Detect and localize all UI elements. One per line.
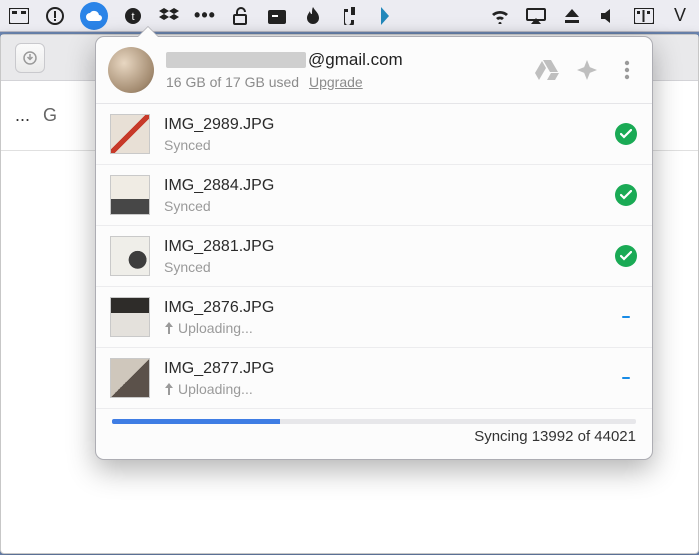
storage-text: 16 GB of 17 GB used	[166, 74, 299, 90]
menubar-icon-2[interactable]	[44, 5, 66, 27]
file-name: IMG_2884.JPG	[164, 177, 614, 195]
file-name: IMG_2876.JPG	[164, 299, 614, 317]
file-row[interactable]: IMG_2989.JPG Synced	[96, 104, 652, 165]
upload-arrow-icon	[164, 322, 174, 334]
menubar: t ••• V	[0, 0, 699, 32]
file-row[interactable]: IMG_2876.JPG Uploading...	[96, 287, 652, 348]
file-row[interactable]: IMG_2884.JPG Synced	[96, 165, 652, 226]
menubar-icon-8[interactable]	[266, 5, 288, 27]
popover-header: @gmail.com 16 GB of 17 GB used Upgrade	[96, 37, 652, 104]
dropbox-menubar-icon[interactable]	[158, 5, 180, 27]
file-thumbnail	[110, 114, 150, 154]
file-thumbnail	[110, 297, 150, 337]
menubar-edge: V	[669, 5, 691, 27]
file-thumbnail	[110, 175, 150, 215]
drive-popover: @gmail.com 16 GB of 17 GB used Upgrade I…	[95, 36, 653, 460]
synced-check-icon	[614, 245, 638, 267]
upgrade-link[interactable]: Upgrade	[309, 74, 363, 90]
popover-footer: Syncing 13992 of 44021	[96, 408, 652, 459]
file-thumbnail	[110, 236, 150, 276]
file-name: IMG_2877.JPG	[164, 360, 614, 378]
file-list: IMG_2989.JPGSyncedIMG_2884.JPGSyncedIMG_…	[96, 104, 652, 408]
google-drive-menubar-icon[interactable]	[80, 2, 108, 30]
volume-icon[interactable]	[597, 5, 619, 27]
upload-arrow-icon	[164, 383, 174, 395]
backblaze-menubar-icon[interactable]	[302, 5, 324, 27]
sync-status-text: Syncing 13992 of 44021	[474, 428, 636, 445]
uploading-indicator	[614, 316, 638, 318]
file-status: Synced	[164, 259, 614, 275]
airplay-icon[interactable]	[525, 5, 547, 27]
menubar-icon-4[interactable]: t	[122, 5, 144, 27]
menubar-icon-right-5[interactable]	[633, 5, 655, 27]
file-status: Uploading...	[164, 381, 614, 397]
file-row[interactable]: IMG_2877.JPG Uploading...	[96, 348, 652, 408]
file-row[interactable]: IMG_2881.JPG Synced	[96, 226, 652, 287]
synced-check-icon	[614, 184, 638, 206]
email-redacted	[166, 52, 306, 68]
file-status: Uploading...	[164, 320, 614, 336]
bg-initial: G	[43, 105, 57, 126]
open-drive-icon[interactable]	[534, 57, 560, 83]
menubar-icon-1[interactable]	[8, 5, 30, 27]
menubar-icon-11[interactable]	[374, 5, 396, 27]
wifi-icon[interactable]	[489, 5, 511, 27]
email-domain: @gmail.com	[308, 50, 403, 70]
evernote-menubar-icon[interactable]	[338, 5, 360, 27]
overflow-menu-icon[interactable]	[614, 57, 640, 83]
file-name: IMG_2881.JPG	[164, 238, 614, 256]
open-photos-icon[interactable]	[574, 57, 600, 83]
sync-progressbar	[112, 419, 636, 424]
file-thumbnail	[110, 358, 150, 398]
file-status: Synced	[164, 137, 614, 153]
file-status: Synced	[164, 198, 614, 214]
file-name: IMG_2989.JPG	[164, 116, 614, 134]
bg-download-button[interactable]	[15, 43, 45, 73]
bg-truncated-text: ...	[15, 105, 29, 126]
eject-icon[interactable]	[561, 5, 583, 27]
synced-check-icon	[614, 123, 638, 145]
svg-text:t: t	[131, 11, 134, 23]
uploading-indicator	[614, 377, 638, 379]
lock-open-icon[interactable]	[230, 5, 252, 27]
more-menubar-icon[interactable]: •••	[194, 5, 216, 27]
avatar[interactable]	[108, 47, 154, 93]
